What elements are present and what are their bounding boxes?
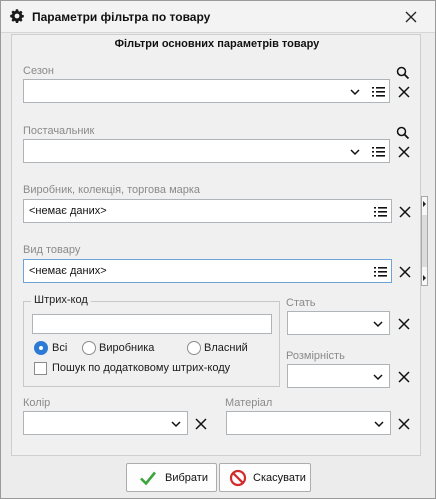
cancel-button[interactable]: Скасувати [219, 463, 311, 492]
clear-supplier-icon[interactable] [397, 145, 411, 159]
window-title: Параметри фільтра по товару [32, 10, 211, 24]
cancel-icon [229, 469, 247, 487]
radio-manufacturer-label[interactable]: Виробника [99, 342, 154, 354]
title-bar: Параметри фільтра по товару [1, 1, 435, 33]
manufacturer-value: <немає даних> [29, 205, 107, 217]
radio-all-label[interactable]: Всі [52, 342, 67, 354]
scrollbar-thumb[interactable] [422, 215, 427, 267]
clear-color-icon[interactable] [194, 417, 208, 431]
filter-dialog: Параметри фільтра по товару Фільтри осно… [0, 0, 436, 499]
panel-header: Фільтри основних параметрів товару [114, 38, 320, 50]
list-icon[interactable] [372, 86, 385, 97]
scroll-arrow-icon[interactable] [423, 275, 426, 281]
gender-combo[interactable] [287, 311, 390, 335]
list-icon[interactable] [374, 206, 387, 217]
radio-own-label[interactable]: Власний [204, 342, 248, 354]
select-button-label: Вибрати [165, 472, 208, 484]
clear-season-icon[interactable] [397, 85, 411, 99]
season-label: Сезон [23, 65, 54, 77]
size-grid-combo[interactable] [287, 364, 390, 388]
supplier-label: Постачальник [23, 125, 95, 137]
close-button[interactable] [399, 7, 423, 27]
cancel-button-label: Скасувати [253, 472, 306, 484]
product-type-value: <немає даних> [29, 265, 107, 277]
manufacturer-combo[interactable]: <немає даних> [23, 199, 392, 223]
select-button[interactable]: Вибрати [126, 463, 217, 492]
scrollbar[interactable] [421, 196, 428, 286]
color-label: Колір [23, 397, 51, 409]
clear-gender-icon[interactable] [397, 317, 411, 331]
chevron-down-icon[interactable] [350, 88, 360, 96]
radio-manufacturer[interactable] [82, 341, 96, 355]
gear-icon [10, 9, 24, 23]
barcode-input[interactable] [32, 314, 272, 334]
chevron-down-icon[interactable] [374, 420, 384, 428]
color-combo[interactable] [23, 411, 188, 435]
checkmark-icon [140, 471, 157, 486]
barcode-group-title: Штрих-код [31, 294, 91, 306]
clear-product-type-icon[interactable] [398, 265, 412, 279]
search-icon[interactable] [396, 126, 410, 140]
close-icon [405, 11, 417, 23]
supplier-combo[interactable] [23, 139, 390, 163]
size-grid-label: Розмірність [286, 350, 345, 362]
manufacturer-label: Виробник, колекція, торгова марка [23, 184, 201, 196]
clear-material-icon[interactable] [397, 417, 411, 431]
extra-barcode-checkbox[interactable] [34, 362, 47, 375]
product-type-label: Вид товару [23, 244, 81, 256]
chevron-down-icon[interactable] [373, 373, 383, 381]
chevron-down-icon[interactable] [171, 420, 181, 428]
extra-barcode-label[interactable]: Пошук по додатковому штрих-коду [52, 362, 230, 374]
radio-own[interactable] [187, 341, 201, 355]
clear-manufacturer-icon[interactable] [398, 205, 412, 219]
search-icon[interactable] [396, 66, 410, 80]
clear-size-grid-icon[interactable] [397, 370, 411, 384]
gender-label: Стать [286, 297, 316, 309]
material-combo[interactable] [226, 411, 391, 435]
season-combo[interactable] [23, 79, 390, 103]
chevron-down-icon[interactable] [373, 320, 383, 328]
chevron-down-icon[interactable] [350, 148, 360, 156]
material-label: Матеріал [225, 397, 273, 409]
product-type-combo[interactable]: <немає даних> [23, 259, 392, 283]
list-icon[interactable] [372, 146, 385, 157]
list-icon[interactable] [374, 266, 387, 277]
radio-all[interactable] [34, 341, 48, 355]
scroll-arrow-icon[interactable] [423, 201, 426, 207]
